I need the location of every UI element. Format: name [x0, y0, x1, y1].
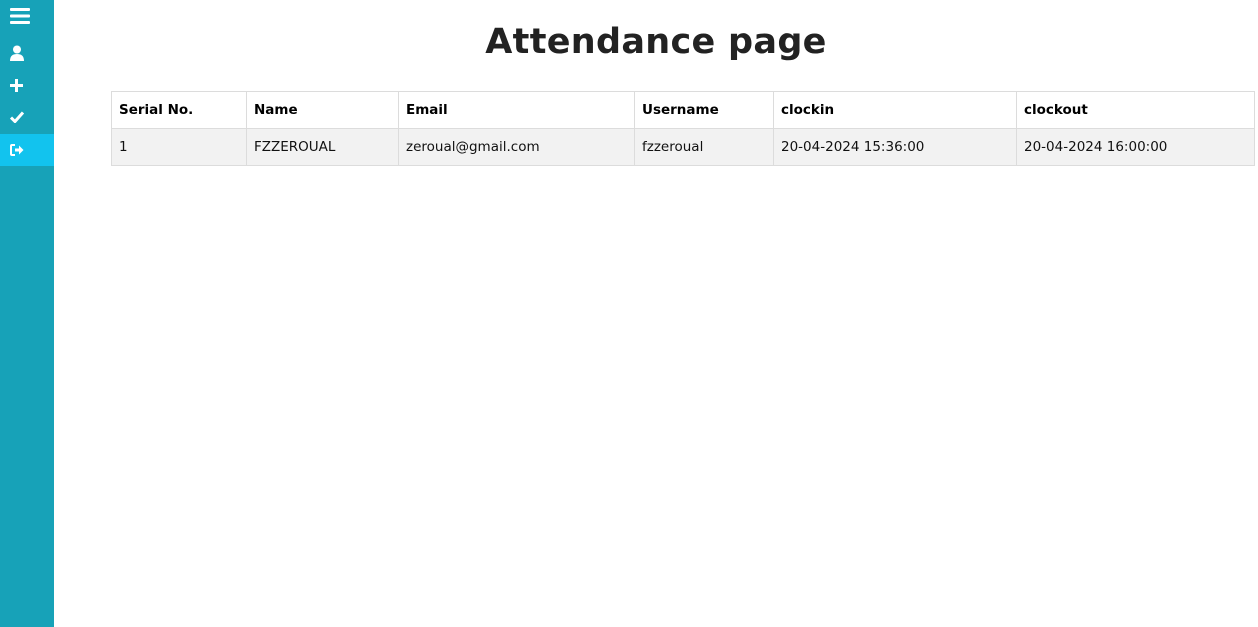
column-header-username: Username: [634, 91, 774, 129]
cell-serial: 1: [111, 128, 247, 166]
table-header-row: Serial No. Name Email Username clockin c…: [111, 91, 1255, 129]
attendance-table: Serial No. Name Email Username clockin c…: [111, 91, 1255, 166]
sidebar-item-add[interactable]: [0, 69, 54, 101]
column-header-clockout: clockout: [1016, 91, 1255, 129]
cell-username: fzzeroual: [634, 128, 774, 166]
cell-clockin: 20-04-2024 15:36:00: [773, 128, 1017, 166]
page-title: Attendance page: [485, 22, 827, 62]
column-header-name: Name: [246, 91, 399, 129]
cell-email: zeroual@gmail.com: [398, 128, 635, 166]
column-header-serial: Serial No.: [111, 91, 247, 129]
cell-name: FZZEROUAL: [246, 128, 399, 166]
plus-icon: [10, 78, 23, 92]
main-content: Attendance page Serial No. Name Email Us…: [54, 0, 1258, 627]
cell-clockout: 20-04-2024 16:00:00: [1016, 128, 1255, 166]
table-row: 1 FZZEROUAL zeroual@gmail.com fzzeroual …: [111, 128, 1255, 166]
check-icon: [10, 111, 24, 123]
column-header-email: Email: [398, 91, 635, 129]
sign-out-icon: [10, 144, 24, 156]
column-header-clockin: clockin: [773, 91, 1017, 129]
sidebar-item-attendance[interactable]: [0, 101, 54, 133]
sidebar: [0, 0, 54, 627]
sidebar-item-logout[interactable]: [0, 134, 54, 166]
